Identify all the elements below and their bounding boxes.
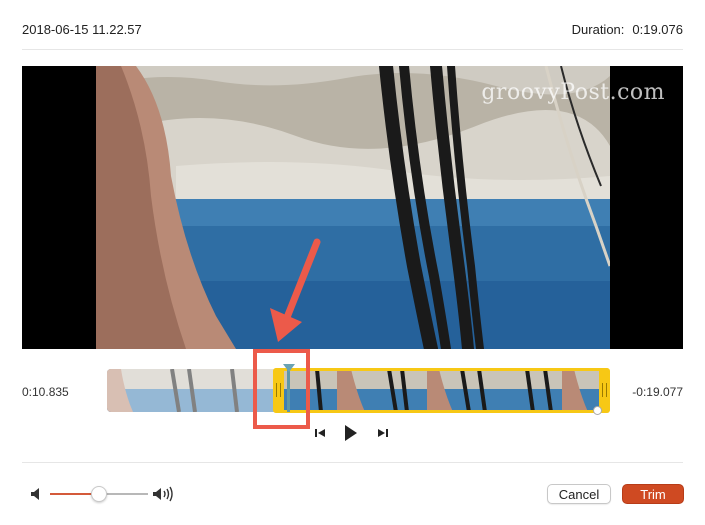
trim-end-handle[interactable] <box>599 368 610 413</box>
grip-icon <box>602 383 607 397</box>
remaining-time: -0:19.077 <box>632 385 683 399</box>
transport-controls <box>0 422 705 446</box>
cancel-button[interactable]: Cancel <box>547 484 611 504</box>
annotation-highlight <box>253 349 310 429</box>
volume-slider-knob[interactable] <box>91 486 107 502</box>
footer-divider <box>22 462 683 463</box>
speaker-high-icon <box>153 486 173 502</box>
play-icon <box>345 425 357 441</box>
end-marker[interactable] <box>593 406 602 415</box>
dialog-header: 2018-06-15 11.22.57 Duration: 0:19.076 <box>0 0 705 50</box>
duration-label: Duration: <box>571 22 625 37</box>
step-back-icon <box>315 429 325 437</box>
trim-button[interactable]: Trim <box>622 484 684 504</box>
step-forward-icon <box>378 429 388 437</box>
play-button[interactable] <box>342 422 360 444</box>
header-divider <box>22 49 683 50</box>
trim-selection[interactable] <box>273 368 610 413</box>
video-title: 2018-06-15 11.22.57 <box>22 22 142 37</box>
annotation-arrow-icon <box>270 238 321 342</box>
current-time: 0:10.835 <box>22 385 69 399</box>
duration-value: 0:19.076 <box>632 22 683 37</box>
video-frame <box>96 66 610 349</box>
watermark: groovyPost.com <box>481 80 665 105</box>
duration-readout: Duration: 0:19.076 <box>572 22 683 37</box>
speaker-low-icon <box>31 488 39 500</box>
video-preview[interactable]: groovyPost.com <box>22 66 683 349</box>
step-forward-button[interactable] <box>375 422 391 444</box>
trimmed-out-region <box>107 369 277 412</box>
step-back-button[interactable] <box>312 422 328 444</box>
